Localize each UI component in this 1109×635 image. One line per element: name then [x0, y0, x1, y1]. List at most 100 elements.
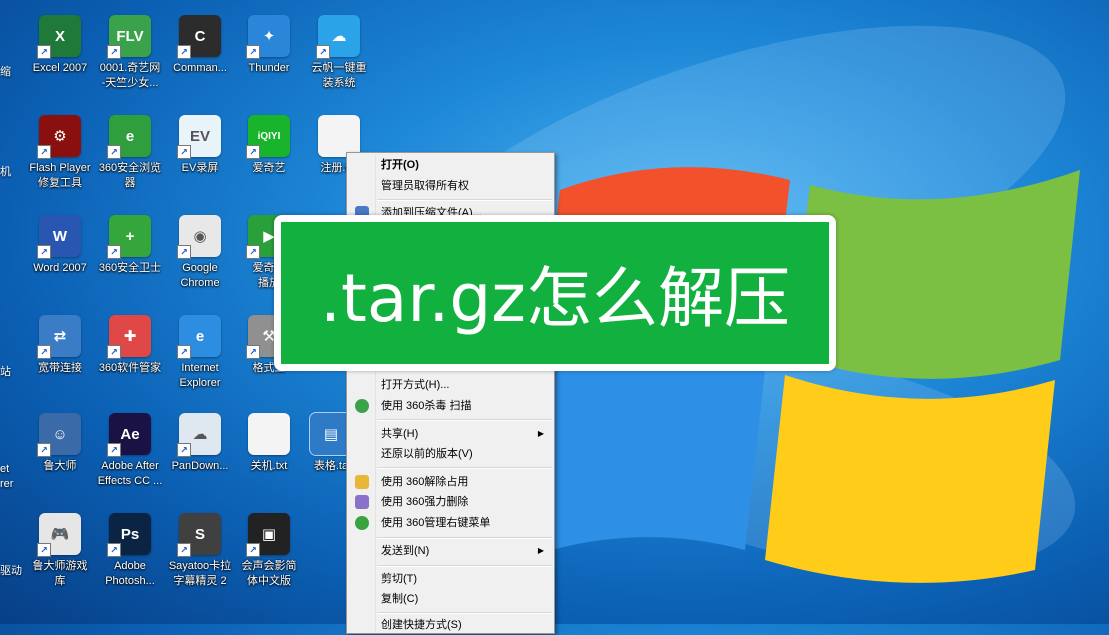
menu-item-360-menu-manager[interactable]: 使用 360管理右键菜单	[349, 513, 552, 533]
desktop-icon-ev-recorder[interactable]: EV ↗ EV录屏	[165, 115, 235, 176]
menu-item-copy[interactable]: 复制(C)	[349, 589, 552, 609]
after-effects-icon: Ae ↗	[107, 413, 151, 457]
word-2007-icon: W ↗	[37, 215, 81, 259]
menu-item-cut[interactable]: 剪切(T)	[349, 569, 552, 589]
menu-item-send-to[interactable]: 发送到(N) ▶	[349, 541, 552, 561]
unlock-icon	[355, 475, 369, 489]
desktop-icon-pandownload[interactable]: ☁ ↗ PanDown...	[165, 413, 235, 474]
360-safe-icon: + ↗	[107, 215, 151, 259]
photoshop-icon: Ps ↗	[107, 513, 151, 557]
shortcut-arrow-icon: ↗	[107, 145, 121, 159]
menu-separator	[377, 565, 552, 567]
desktop-icon-shutdown-txt[interactable]: 关机.txt	[234, 413, 304, 474]
360-browser-icon: e ↗	[107, 115, 151, 159]
desktop-icon-label: 爱奇艺	[252, 162, 286, 174]
menu-item-label: 使用 360管理右键菜单	[381, 517, 491, 529]
ludashi-games-icon: 🎮 ↗	[37, 513, 81, 557]
desktop-icon-label: EV录屏	[181, 162, 219, 174]
desktop-icon-label: 会声会影简 体中文版	[241, 560, 297, 587]
shutdown-txt-icon	[248, 413, 290, 455]
shortcut-arrow-icon: ↗	[107, 443, 121, 457]
desktop-icon-flv-video[interactable]: FLV ↗ 0001.奇艺网 -天竺少女...	[95, 15, 165, 91]
desktop-icon-360-safe[interactable]: + ↗ 360安全卫士	[95, 215, 165, 276]
desktop-icon-broadband[interactable]: ⇄ ↗ 宽带连接	[25, 315, 95, 376]
desktop-icon-photoshop[interactable]: Ps ↗ Adobe Photosh...	[95, 513, 165, 589]
thunder-icon: ✦ ↗	[246, 15, 290, 59]
yunfan-reinstall-icon: ☁ ↗	[316, 15, 360, 59]
desktop-icon-word-2007[interactable]: W ↗ Word 2007	[25, 215, 95, 276]
shortcut-arrow-icon: ↗	[177, 145, 191, 159]
desktop-icon-excel-2007[interactable]: X ↗ Excel 2007	[25, 15, 95, 76]
menu-item-label: 打开方式(H)...	[381, 379, 450, 391]
google-chrome-icon: ◉ ↗	[177, 215, 221, 259]
desktop-icon-iqiyi[interactable]: iQIYI ↗ 爱奇艺	[234, 115, 304, 176]
desktop-icon-360-software[interactable]: ✚ ↗ 360软件管家	[95, 315, 165, 376]
desktop-icon-ludashi[interactable]: ☺ ↗ 鲁大师	[25, 413, 95, 474]
shortcut-arrow-icon: ↗	[177, 45, 191, 59]
desktop-icon-label: Flash Player 修复工具	[29, 162, 91, 189]
menu-item-360-delete[interactable]: 使用 360强力删除	[349, 492, 552, 512]
shortcut-arrow-icon: ↗	[316, 45, 330, 59]
desktop-icon-label: 360软件管家	[98, 362, 162, 374]
shortcut-arrow-icon: ↗	[246, 145, 260, 159]
shortcut-arrow-icon: ↗	[37, 145, 51, 159]
broadband-icon: ⇄ ↗	[37, 315, 81, 359]
menu-item-take-ownership[interactable]: 管理员取得所有权	[349, 176, 552, 196]
desktop-icon-label: 鲁大师游戏 库	[32, 560, 88, 587]
menu-item-create-shortcut[interactable]: 创建快捷方式(S)	[349, 615, 552, 635]
menu-item-label: 使用 360杀毒 扫描	[381, 400, 472, 412]
submenu-arrow-icon: ▶	[537, 546, 544, 555]
desktop-icon-label: Word 2007	[33, 262, 87, 274]
menu-separator	[377, 199, 552, 201]
desktop-icon-command[interactable]: C ↗ Comman...	[165, 15, 235, 76]
submenu-arrow-icon: ▶	[537, 429, 544, 438]
sayatoo-icon: S ↗	[177, 513, 221, 557]
desktop-icon-after-effects[interactable]: Ae ↗ Adobe After Effects CC ...	[95, 413, 165, 489]
edge-label: 机	[0, 166, 11, 178]
menu-item-360-scan[interactable]: 使用 360杀毒 扫描	[349, 396, 552, 416]
menu-item-360-unlock[interactable]: 使用 360解除占用	[349, 472, 552, 492]
desktop-icon-internet-explorer[interactable]: e ↗ Internet Explorer	[165, 315, 235, 391]
desktop-icon-label: 宽带连接	[38, 362, 82, 374]
menu-item-open-with[interactable]: 打开方式(H)...	[349, 375, 552, 395]
delete-icon	[355, 495, 369, 509]
registry-file-icon	[318, 115, 360, 157]
menu-item-label: 剪切(T)	[381, 573, 418, 585]
desktop-icon-ludashi-games[interactable]: 🎮 ↗ 鲁大师游戏 库	[25, 513, 95, 589]
shortcut-arrow-icon: ↗	[107, 45, 121, 59]
desktop-icon-yunfan-reinstall[interactable]: ☁ ↗ 云帆一键重 装系统	[304, 15, 374, 91]
360-software-icon: ✚ ↗	[107, 315, 151, 359]
ludashi-icon: ☺ ↗	[37, 413, 81, 457]
desktop-icon-label: Google Chrome	[180, 262, 220, 289]
excel-2007-icon: X ↗	[37, 15, 81, 59]
menu-item-open[interactable]: 打开(O)	[349, 155, 552, 175]
menu-item-label: 还原以前的版本(V)	[381, 448, 473, 460]
desktop-icon-thunder[interactable]: ✦ ↗ Thunder	[234, 15, 304, 76]
desktop-icon-label: 关机.txt	[250, 460, 288, 472]
banner-title: .tar.gz怎么解压	[281, 222, 829, 364]
desktop-icon-label: Excel 2007	[32, 62, 88, 74]
desktop-icon-google-chrome[interactable]: ◉ ↗ Google Chrome	[165, 215, 235, 291]
desktop-icon-label: Internet Explorer	[179, 362, 221, 389]
pandownload-icon: ☁ ↗	[177, 413, 221, 457]
menu-separator	[377, 537, 552, 539]
desktop-icon-label: Sayatoo卡拉 字幕精灵 2	[168, 560, 232, 587]
shortcut-arrow-icon: ↗	[177, 245, 191, 259]
menu-separator	[377, 612, 552, 614]
desktop-icon-360-browser[interactable]: e ↗ 360安全浏览 器	[95, 115, 165, 191]
desktop-icon-flash-repair[interactable]: ⚙ ↗ Flash Player 修复工具	[25, 115, 95, 191]
desktop-icon-sayatoo[interactable]: S ↗ Sayatoo卡拉 字幕精灵 2	[165, 513, 235, 589]
corel-videostudio-icon: ▣ ↗	[246, 513, 290, 557]
shortcut-arrow-icon: ↗	[246, 345, 260, 359]
desktop-icon-label: Thunder	[248, 62, 290, 74]
edge-label: 站	[0, 366, 11, 378]
shortcut-arrow-icon: ↗	[37, 543, 51, 557]
desktop-icon-label: 鲁大师	[43, 460, 77, 472]
menu-item-share[interactable]: 共享(H) ▶	[349, 424, 552, 444]
desktop-icon-label: 0001.奇艺网 -天竺少女...	[99, 62, 161, 89]
flv-video-icon: FLV ↗	[107, 15, 151, 59]
menu-item-restore-versions[interactable]: 还原以前的版本(V)	[349, 444, 552, 464]
ev-recorder-icon: EV ↗	[177, 115, 221, 159]
desktop-icon-label: 云帆一键重 装系统	[311, 62, 367, 89]
desktop-icon-corel-videostudio[interactable]: ▣ ↗ 会声会影简 体中文版	[234, 513, 304, 589]
